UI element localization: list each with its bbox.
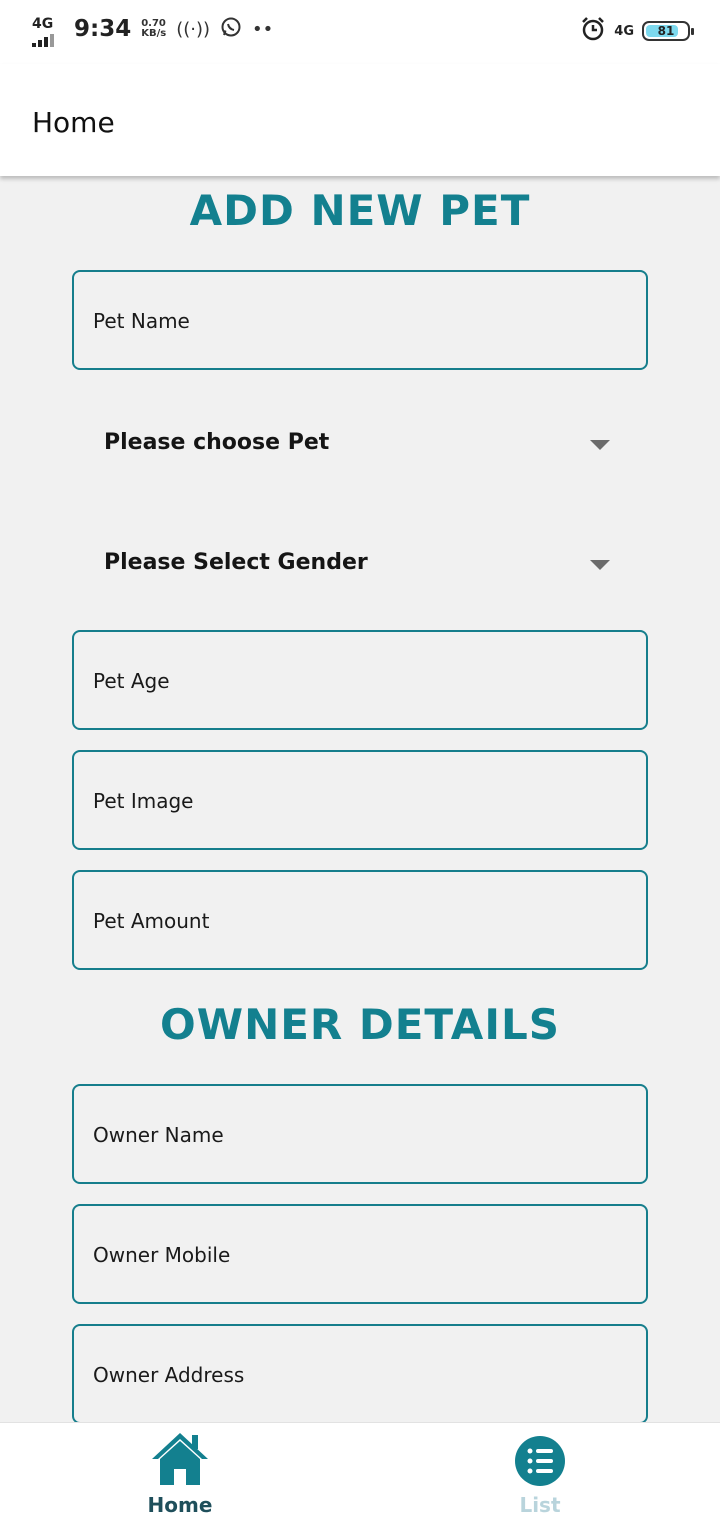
add-pet-heading: ADD NEW PET [189,186,531,235]
nav-home-label: Home [147,1493,213,1517]
nav-item-list[interactable]: List [480,1423,600,1520]
caret-down-icon [590,440,610,450]
pet-name-label: Pet Name [93,309,190,333]
status-left: 4G 9:34 0.70 KB/s ((·)) •• [30,14,274,47]
pet-name-field[interactable]: Pet Name [72,270,648,370]
status-bar: 4G 9:34 0.70 KB/s ((·)) •• 4G 81 [0,0,720,64]
owner-address-field[interactable]: Owner Address [72,1324,648,1424]
pet-amount-field[interactable]: Pet Amount [72,870,648,970]
status-right: 4G 81 [580,16,694,46]
pet-age-field[interactable]: Pet Age [72,630,648,730]
network-type: 4G [32,16,54,32]
signal-icon: 4G [30,14,60,47]
nav-item-home[interactable]: Home [120,1423,240,1520]
list-icon [515,1436,565,1486]
whatsapp-icon [220,16,242,43]
pet-amount-label: Pet Amount [93,909,210,933]
pet-type-dropdown[interactable]: Please choose Pet [72,410,648,480]
owner-name-field[interactable]: Owner Name [72,1084,648,1184]
caret-down-icon [590,560,610,570]
pet-image-field[interactable]: Pet Image [72,750,648,850]
owner-address-label: Owner Address [93,1363,245,1387]
pet-type-dropdown-value: Please choose Pet [104,430,330,455]
gender-dropdown-value: Please Select Gender [104,550,368,575]
bottom-navigation: Home List [0,1422,720,1520]
owner-details-heading: OWNER DETAILS [160,1000,560,1049]
home-icon [152,1433,208,1485]
owner-mobile-field[interactable]: Owner Mobile [72,1204,648,1304]
battery-level: 81 [657,24,675,38]
owner-mobile-label: Owner Mobile [93,1243,231,1267]
network-type-right: 4G [614,23,634,39]
page-title: Home [32,106,115,139]
more-notifications-icon: •• [252,18,274,40]
gender-dropdown[interactable]: Please Select Gender [72,530,648,600]
pet-image-label: Pet Image [93,789,194,813]
network-speed: 0.70 KB/s [141,19,166,39]
app-bar: Home [0,64,720,176]
alarm-icon [580,16,606,46]
battery-icon: 81 [642,21,694,41]
hotspot-icon: ((·)) [176,18,211,40]
network-speed-unit: KB/s [141,28,167,39]
clock: 9:34 [74,16,132,42]
nav-list-label: List [519,1493,561,1517]
owner-name-label: Owner Name [93,1123,224,1147]
pet-age-label: Pet Age [93,669,170,693]
